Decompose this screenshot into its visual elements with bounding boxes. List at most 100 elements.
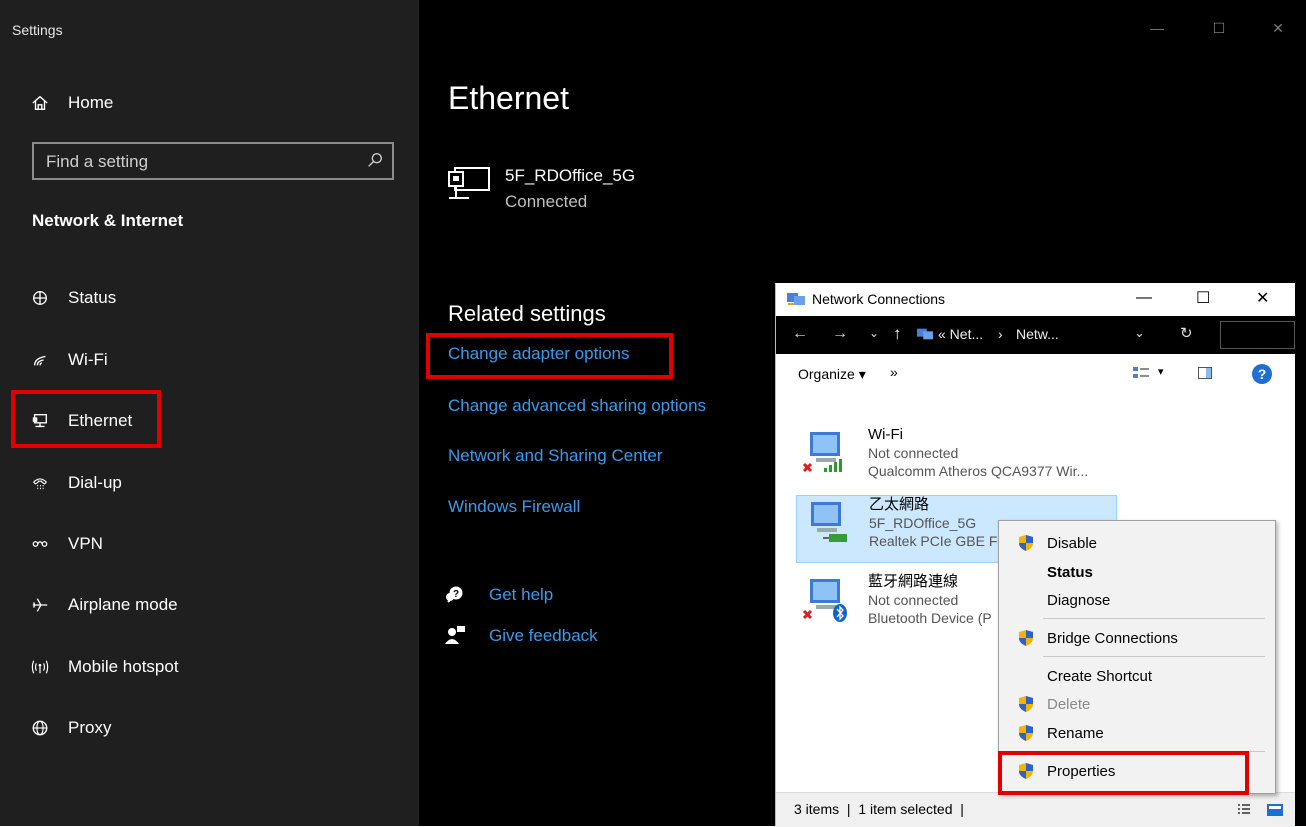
get-help-link[interactable]: Get help: [489, 585, 553, 605]
page-title: Ethernet: [448, 80, 569, 116]
vpn-icon: [28, 532, 52, 556]
uac-shield-icon: [1019, 535, 1033, 551]
window-title: Settings: [12, 22, 63, 38]
adapter-name: 藍牙網路連線: [868, 573, 959, 590]
tiles-view-icon[interactable]: [1266, 802, 1284, 818]
nav-airplane[interactable]: Airplane mode: [28, 585, 178, 625]
adapter-status: Not connected: [868, 445, 959, 461]
adapter-ethernet-text: 乙太網路 5F_RDOffice_5G Realtek PCIe GBE Fa: [869, 496, 1005, 550]
feedback-icon: [445, 626, 465, 644]
adapter-wifi[interactable]: Wi-Fi Not connected Qualcomm Atheros QCA…: [796, 426, 1116, 492]
nav-status[interactable]: Status: [28, 278, 116, 318]
search-input[interactable]: [44, 144, 358, 180]
menu-item-bridge[interactable]: Bridge Connections: [999, 624, 1275, 652]
nav-dialup[interactable]: Dial-up: [28, 463, 122, 503]
give-feedback-link[interactable]: Give feedback: [489, 626, 598, 646]
nav-home-label: Home: [68, 93, 114, 112]
nav-proxy[interactable]: Proxy: [28, 708, 111, 748]
breadcrumb-part-1[interactable]: « Net...: [938, 326, 983, 342]
minimize-icon[interactable]: —: [1147, 18, 1167, 38]
help-icon: ?: [446, 586, 463, 603]
bluetooth-adapter-icon: [802, 579, 847, 622]
nav-ethernet[interactable]: Ethernet: [28, 401, 132, 441]
help-question-icon[interactable]: ?: [1252, 364, 1272, 384]
organize-button[interactable]: Organize ▾: [798, 366, 866, 383]
adapter-status: Not connected: [868, 592, 959, 608]
menu-item-label: Diagnose: [1047, 591, 1111, 609]
nav-home[interactable]: Home: [28, 83, 113, 123]
menu-item-label: Delete: [1047, 695, 1091, 713]
nc-address-bar: ← → ⌄ ↑ « Net... › Netw... ⌄ ↻: [776, 316, 1295, 354]
svg-text:?: ?: [453, 589, 459, 600]
nc-search-box[interactable]: [1220, 321, 1295, 349]
nav-proxy-label: Proxy: [68, 718, 112, 737]
nav-wifi-label: Wi-Fi: [68, 350, 108, 369]
change-sharing-options-link[interactable]: Change advanced sharing options: [448, 396, 706, 416]
breadcrumb-folder-icon: [917, 328, 933, 340]
maximize-icon[interactable]: ☐: [1209, 18, 1229, 38]
adapter-name: 乙太網路: [869, 496, 930, 513]
menu-item-rename[interactable]: Rename: [999, 719, 1275, 747]
nc-titlebar: Network Connections — ☐ ✕: [776, 283, 1295, 316]
change-adapter-options-link[interactable]: Change adapter options: [448, 344, 629, 364]
nav-ethernet-label: Ethernet: [68, 411, 133, 430]
section-title: Network & Internet: [32, 211, 184, 230]
ethernet-adapter-icon: [811, 502, 847, 542]
nav-wifi[interactable]: Wi-Fi: [28, 340, 108, 380]
menu-item-label: Rename: [1047, 724, 1104, 742]
adapter-name: Wi-Fi: [868, 426, 903, 443]
nc-minimize-icon[interactable]: —: [1136, 289, 1152, 307]
nc-close-icon[interactable]: ✕: [1256, 288, 1269, 308]
menu-item-status[interactable]: Status: [999, 558, 1275, 586]
related-settings-title: Related settings: [448, 301, 606, 326]
uac-shield-icon: [1019, 763, 1033, 779]
search-icon[interactable]: [366, 151, 384, 169]
proxy-globe-icon: [28, 716, 52, 740]
nav-hotspot-label: Mobile hotspot: [68, 657, 179, 676]
menu-item-properties[interactable]: Properties: [999, 757, 1275, 785]
search-box[interactable]: [32, 142, 394, 180]
ethernet-monitor-icon: [448, 167, 490, 199]
preview-pane-icon[interactable]: [1198, 367, 1212, 379]
airplane-icon: [28, 593, 52, 617]
windows-firewall-link[interactable]: Windows Firewall: [448, 497, 580, 517]
close-icon[interactable]: ✕: [1268, 18, 1288, 38]
forward-arrow-icon[interactable]: →: [832, 325, 848, 343]
settings-sidebar: Settings Home Network & Internet Status …: [0, 0, 419, 826]
details-view-icon[interactable]: [1236, 802, 1252, 818]
menu-item-disable[interactable]: Disable: [999, 529, 1275, 557]
breadcrumb[interactable]: « Net... › Netw... ⌄ ↻: [912, 321, 1212, 349]
status-bar-text: 3 items | 1 item selected |: [794, 801, 964, 817]
back-arrow-icon[interactable]: ←: [792, 325, 808, 343]
nav-dialup-label: Dial-up: [68, 473, 122, 492]
nav-vpn[interactable]: VPN: [28, 524, 103, 564]
view-options-icon[interactable]: [1132, 366, 1150, 382]
home-icon: [28, 91, 52, 115]
menu-separator: [1043, 656, 1265, 657]
refresh-icon[interactable]: ↻: [1180, 324, 1193, 342]
uac-shield-icon: [1019, 630, 1033, 646]
more-commands-button[interactable]: »: [890, 364, 898, 380]
nc-toolbar: Organize ▾ » ▾ ?: [776, 354, 1295, 395]
network-sharing-center-link[interactable]: Network and Sharing Center: [448, 446, 663, 466]
network-folder-icon: [787, 293, 805, 305]
breadcrumb-part-2[interactable]: Netw...: [1016, 326, 1059, 342]
hotspot-icon: [28, 655, 52, 679]
menu-item-diagnose[interactable]: Diagnose: [999, 586, 1275, 614]
network-name[interactable]: 5F_RDOffice_5G: [505, 166, 635, 186]
recent-dropdown-icon[interactable]: ⌄: [869, 326, 879, 340]
wifi-icon: [28, 348, 52, 372]
menu-separator: [1043, 618, 1265, 619]
adapter-status: 5F_RDOffice_5G: [869, 515, 977, 531]
menu-item-label: Status: [1047, 563, 1093, 581]
nav-airplane-label: Airplane mode: [68, 595, 178, 614]
adapter-device: Bluetooth Device (P: [868, 610, 992, 626]
menu-item-create-shortcut[interactable]: Create Shortcut: [999, 662, 1275, 690]
globe-status-icon: [28, 286, 52, 310]
view-dropdown-icon[interactable]: ▾: [1158, 365, 1164, 378]
nav-status-label: Status: [68, 288, 117, 307]
up-arrow-icon[interactable]: ↑: [893, 324, 902, 344]
address-dropdown-icon[interactable]: ⌄: [1134, 325, 1145, 341]
nav-hotspot[interactable]: Mobile hotspot: [28, 647, 179, 687]
nc-maximize-icon[interactable]: ☐: [1196, 288, 1210, 308]
